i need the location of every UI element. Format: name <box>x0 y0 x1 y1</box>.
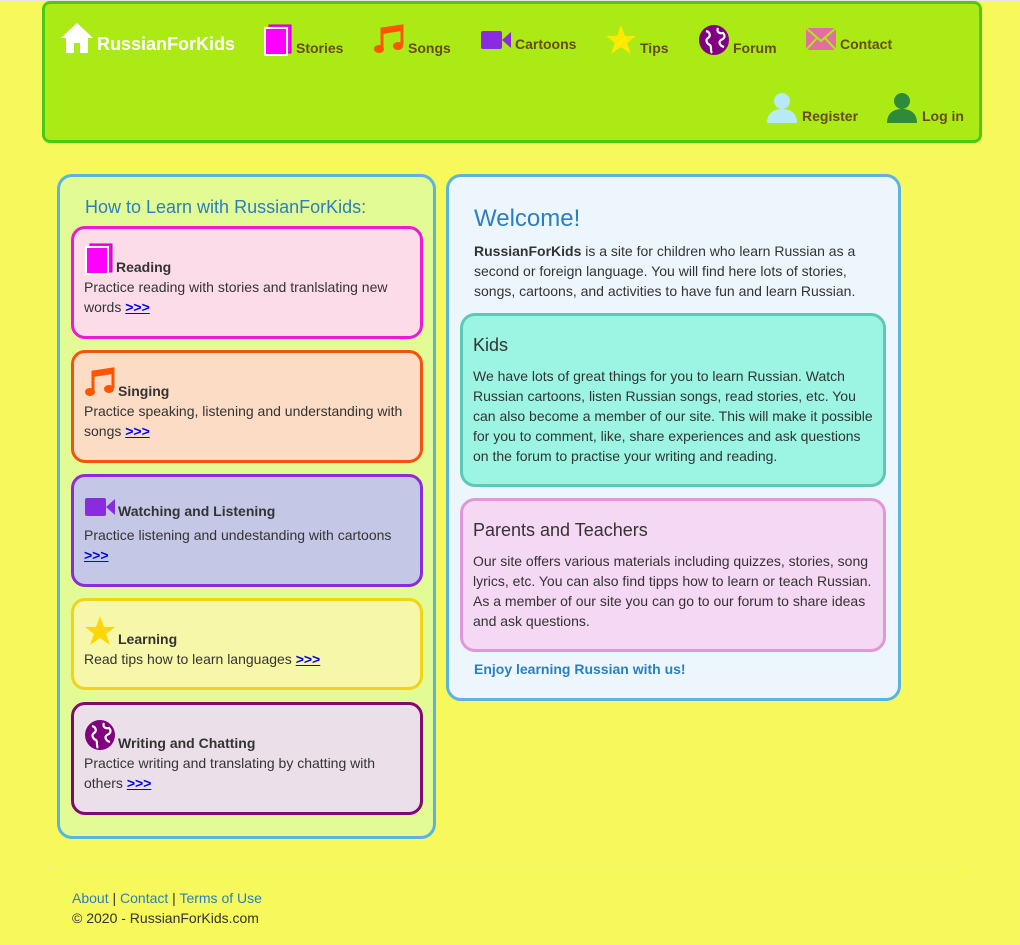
welcome-panel: Welcome! RussianForKids is a site for ch… <box>446 174 901 701</box>
learn-panel: How to Learn with RussianForKids: Readin… <box>57 174 436 839</box>
nav-contact[interactable]: Contact <box>805 26 892 52</box>
card-singing: Singing Practice speaking, listening and… <box>71 350 423 463</box>
reading-more-link[interactable]: >>> <box>125 299 150 315</box>
footer-terms-link[interactable]: Terms of Use <box>179 890 261 906</box>
copyright: © 2020 - RussianForKids.com <box>72 910 259 926</box>
nav-cartoons-label: Cartoons <box>515 36 577 52</box>
card-writing: Writing and Chatting Practice writing an… <box>71 702 423 815</box>
kids-box: Kids We have lots of great things for yo… <box>460 313 886 487</box>
video-camera-icon <box>85 498 115 516</box>
star-icon <box>85 616 115 645</box>
intro-site-name: RussianForKids <box>474 243 582 259</box>
parents-box: Parents and Teachers Our site offers var… <box>460 498 886 652</box>
card-singing-title: Singing <box>118 383 170 399</box>
card-watching-text: Practice listening and undestanding with… <box>84 527 392 563</box>
nav-songs-label: Songs <box>408 40 451 56</box>
writing-more-link[interactable]: >>> <box>127 775 152 791</box>
footer-divider <box>57 867 967 868</box>
footer-separator: | <box>172 890 176 906</box>
nav-songs[interactable]: Songs <box>373 24 451 56</box>
kids-text: We have lots of great things for you to … <box>473 368 873 464</box>
user-register-icon <box>767 93 797 123</box>
brand-name: RussianForKids <box>97 34 236 54</box>
nav-cartoons[interactable]: Cartoons <box>480 28 576 52</box>
book-icon <box>264 24 292 56</box>
footer-contact-link[interactable]: Contact <box>120 890 168 906</box>
nav-contact-label: Contact <box>840 36 893 52</box>
card-learning-title: Learning <box>118 631 178 647</box>
card-learning: Learning Read tips how to learn language… <box>71 598 423 690</box>
user-login-icon <box>887 93 917 123</box>
video-camera-icon <box>481 31 511 49</box>
nav-stories-label: Stories <box>296 40 344 56</box>
card-watching: Watching and Listening Practice listenin… <box>71 474 423 587</box>
nav-stories[interactable]: Stories <box>263 24 343 56</box>
login-link[interactable]: Log in <box>885 92 964 124</box>
music-note-icon <box>85 367 115 396</box>
parents-title: Parents and Teachers <box>473 520 648 540</box>
footer-separator: | <box>112 890 117 906</box>
home-icon <box>61 23 93 53</box>
welcome-heading: Welcome! <box>474 205 581 232</box>
envelope-icon <box>805 27 837 51</box>
register-link[interactable]: Register <box>765 92 858 124</box>
footer-about-link[interactable]: About <box>72 890 109 906</box>
watching-more-link[interactable]: >>> <box>84 547 109 563</box>
nav-tips-label: Tips <box>640 40 669 56</box>
learning-more-link[interactable]: >>> <box>296 651 321 667</box>
star-icon <box>606 25 636 54</box>
card-writing-title: Writing and Chatting <box>118 735 256 751</box>
nav-forum[interactable]: Forum <box>698 24 777 56</box>
login-label: Log in <box>922 108 964 124</box>
footer-links: About | Contact | Terms of Use <box>72 890 262 906</box>
book-icon <box>85 243 113 275</box>
register-label: Register <box>802 108 859 124</box>
globe-icon <box>699 25 729 55</box>
intro-text: RussianForKids is a site for children wh… <box>474 243 856 299</box>
card-singing-text: Practice speaking, listening and underst… <box>84 403 403 439</box>
enjoy-text: Enjoy learning Russian with us! <box>474 661 686 677</box>
brand-link[interactable]: RussianForKids <box>60 22 235 54</box>
globe-icon <box>85 720 115 750</box>
singing-more-link[interactable]: >>> <box>125 423 150 439</box>
card-learning-text: Read tips how to learn languages >>> <box>84 651 321 667</box>
card-watching-title: Watching and Listening <box>118 503 276 519</box>
card-writing-text: Practice writing and translating by chat… <box>84 755 376 791</box>
navbar: RussianForKids Stories Songs Cartoons Ti… <box>42 1 982 143</box>
learn-panel-title: How to Learn with RussianForKids: <box>85 197 367 217</box>
parents-text: Our site offers various materials includ… <box>473 553 872 629</box>
card-reading: Reading Practice reading with stories an… <box>71 226 423 339</box>
nav-forum-label: Forum <box>733 40 777 56</box>
card-reading-title: Reading <box>116 259 172 275</box>
nav-tips[interactable]: Tips <box>605 24 669 56</box>
music-note-icon <box>374 24 404 53</box>
card-reading-text: Practice reading with stories and tranls… <box>84 279 388 315</box>
kids-title: Kids <box>473 335 509 355</box>
